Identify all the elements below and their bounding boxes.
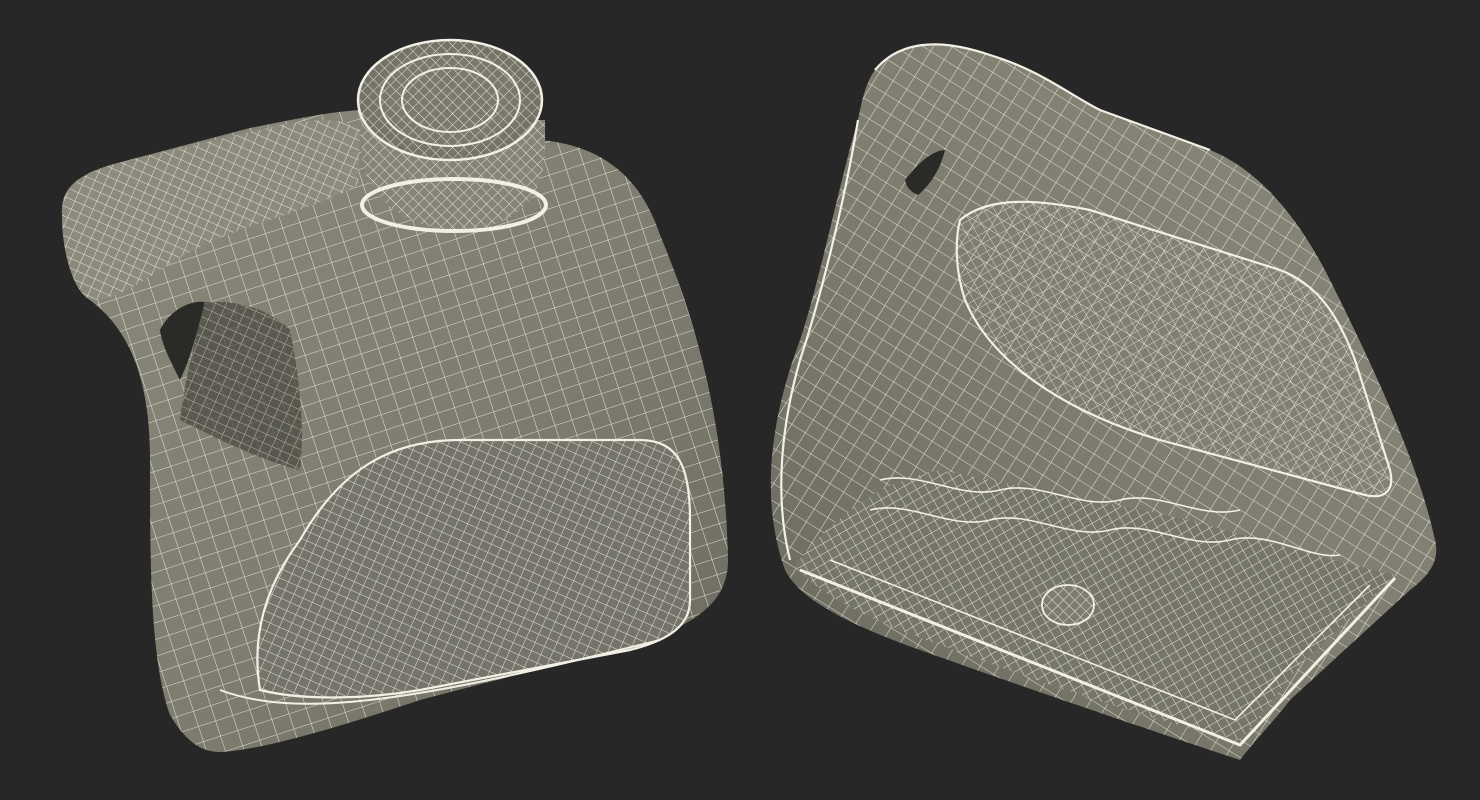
wireframe-render xyxy=(61,38,1437,761)
jug-bottom-dimple xyxy=(1041,584,1095,626)
jug-front-cap xyxy=(356,38,544,162)
jug-front-view xyxy=(61,38,728,752)
render-viewport xyxy=(0,0,1480,800)
jug-bottom-view xyxy=(770,43,1437,761)
